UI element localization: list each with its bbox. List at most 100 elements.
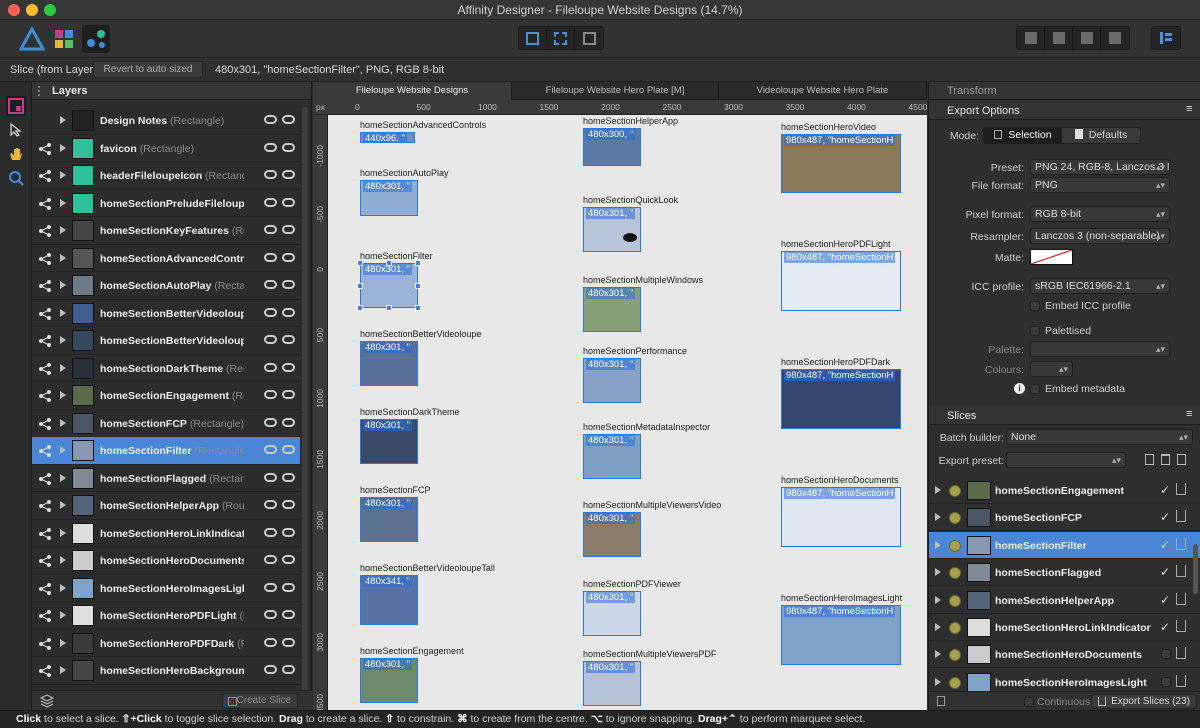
visibility-eye-icon[interactable]	[282, 170, 295, 179]
slice-frame[interactable]: 480x341, "	[360, 575, 418, 625]
selection-handle[interactable]	[357, 282, 363, 289]
expand-arrow-icon[interactable]	[60, 583, 66, 592]
embed-icc-checkbox[interactable]	[1030, 301, 1040, 311]
layer-row[interactable]: Design Notes (Rectangle)	[32, 107, 300, 135]
export-slice-icon[interactable]	[1176, 674, 1186, 687]
checkmark-icon[interactable]: ✓	[1160, 510, 1170, 524]
layer-row[interactable]: homeSectionDarkTheme (Rectang	[32, 355, 300, 382]
slice-row[interactable]: homeSectionFlagged ✓	[929, 559, 1200, 587]
eye-icon[interactable]	[264, 555, 277, 564]
selection-handle[interactable]	[386, 305, 392, 311]
panel-menu-icon[interactable]: ≡	[1186, 408, 1192, 420]
eye-icon[interactable]	[264, 472, 277, 482]
export-checkbox[interactable]	[1161, 649, 1171, 660]
info-icon[interactable]: i	[1014, 383, 1025, 394]
expand-arrow-icon[interactable]	[60, 528, 66, 537]
visibility-eye-icon[interactable]	[282, 390, 295, 399]
slice-frame[interactable]: 980x487, "homeSectionH	[781, 251, 901, 311]
slice-frame[interactable]: 480x301, "	[360, 419, 418, 464]
export-slice-icon[interactable]	[1176, 592, 1186, 605]
expand-arrow-icon[interactable]	[60, 116, 66, 124]
expand-arrow-icon[interactable]	[60, 446, 66, 454]
eye-icon[interactable]	[264, 610, 277, 619]
export-slice-icon[interactable]	[1176, 565, 1186, 578]
pixel-persona-button[interactable]	[50, 25, 78, 53]
visibility-eye-icon[interactable]	[282, 225, 295, 234]
eye-icon[interactable]	[264, 197, 277, 207]
arrange-button-2[interactable]	[1045, 27, 1073, 49]
visibility-eye-icon[interactable]	[282, 197, 295, 207]
slice-frame[interactable]: 480x300, "	[583, 128, 641, 166]
layer-row[interactable]: favicon (Rectangle)	[32, 135, 300, 162]
export-slice-icon[interactable]	[1176, 537, 1186, 550]
layer-row[interactable]: homeSectionHeroImagesLight (Re	[32, 575, 300, 602]
visibility-eye-icon[interactable]	[282, 362, 295, 372]
panel-menu-icon[interactable]: ≡	[1186, 103, 1192, 115]
layer-stack-icon[interactable]	[39, 694, 55, 711]
export-slice-icon[interactable]	[1176, 620, 1186, 632]
show-slice-bounds-button[interactable]	[547, 27, 575, 49]
palette-select[interactable]: ▴▾	[1030, 341, 1170, 357]
resampler-select[interactable]: Lanczos 3 (non-separable) ▴▾	[1030, 228, 1170, 244]
export-options-tab[interactable]: Export Options	[947, 105, 1020, 117]
studio-toggle-button[interactable]	[1152, 27, 1180, 49]
export-preset-select[interactable]: ▴▾	[1006, 452, 1126, 468]
visibility-eye-icon[interactable]	[282, 637, 295, 647]
eye-icon[interactable]	[264, 390, 277, 399]
selection-handle[interactable]	[386, 260, 392, 266]
icc-profile-select[interactable]: sRGB IEC61966-2.1 ▴▾	[1030, 278, 1170, 294]
expand-arrow-icon[interactable]	[935, 540, 941, 549]
visibility-eye-icon[interactable]	[282, 142, 295, 152]
slice-row[interactable]: homeSectionHeroLinkIndicator ✓	[929, 614, 1200, 641]
layer-row[interactable]: homeSectionFCP (Rectangle)	[32, 410, 300, 437]
zoom-tool[interactable]	[6, 168, 26, 188]
add-preset-icon[interactable]	[1177, 454, 1186, 465]
expand-arrow-icon[interactable]	[60, 611, 66, 619]
layer-row[interactable]: homeSectionFilter (Rectangle)	[32, 437, 300, 465]
slice-row[interactable]: homeSectionEngagement ✓	[929, 477, 1200, 504]
show-guides-button[interactable]	[575, 27, 603, 49]
selection-handle[interactable]	[415, 305, 421, 311]
export-persona-button[interactable]	[82, 25, 110, 53]
visibility-eye-icon[interactable]	[282, 555, 295, 564]
slices-scrollbar[interactable]	[1193, 544, 1198, 594]
matte-swatch[interactable]	[1030, 249, 1073, 265]
visibility-eye-icon[interactable]	[282, 472, 295, 482]
export-slice-icon[interactable]	[1176, 647, 1186, 660]
eye-icon[interactable]	[264, 142, 277, 152]
batch-builder-select[interactable]: None ▴▾	[1006, 429, 1193, 445]
checkmark-icon[interactable]: ✓	[1160, 620, 1170, 634]
layer-row[interactable]: homeSectionEngagement (Rectang	[32, 382, 300, 410]
view-tool[interactable]	[6, 144, 26, 164]
slice-frame[interactable]: 480x301, "	[360, 658, 418, 703]
checkmark-icon[interactable]: ✓	[1160, 593, 1170, 607]
slice-frame[interactable]: 480x301, "	[360, 497, 418, 542]
checkmark-icon[interactable]: ✓	[1160, 565, 1170, 579]
expand-arrow-icon[interactable]	[935, 677, 941, 686]
visibility-eye-icon[interactable]	[282, 665, 295, 674]
selection-handle[interactable]	[357, 305, 363, 311]
tab-fileloupe-website-designs[interactable]: Fileloupe Website Designs	[313, 82, 512, 100]
continuous-checkbox[interactable]	[1024, 697, 1034, 707]
slice-row[interactable]: homeSectionHeroDocuments	[929, 641, 1200, 669]
expand-arrow-icon[interactable]	[60, 556, 66, 564]
expand-arrow-icon[interactable]	[60, 473, 66, 482]
layer-row[interactable]: headerFileloupeIcon (Rectangle)	[32, 162, 300, 190]
eye-icon[interactable]	[264, 335, 277, 344]
layer-row[interactable]: homeSectionKeyFeatures (Rectan	[32, 217, 300, 245]
layer-row[interactable]: homeSectionHeroBackgroundSou	[32, 657, 300, 685]
slice-frame[interactable]: 480x301, "	[583, 287, 641, 332]
expand-arrow-icon[interactable]	[60, 281, 66, 289]
visibility-eye-icon[interactable]	[282, 417, 295, 427]
expand-arrow-icon[interactable]	[60, 363, 66, 372]
eye-icon[interactable]	[264, 527, 277, 537]
visibility-eye-icon[interactable]	[282, 527, 295, 537]
expand-arrow-icon[interactable]	[60, 391, 66, 399]
expand-arrow-icon[interactable]	[935, 623, 941, 631]
expand-arrow-icon[interactable]	[60, 638, 66, 647]
layer-row[interactable]: homeSectionHeroLinkIndicator (R	[32, 520, 300, 547]
eye-icon[interactable]	[264, 170, 277, 179]
eye-icon[interactable]	[264, 582, 277, 592]
layer-row[interactable]: homeSectionHelperApp (Rounded	[32, 492, 300, 520]
slice-frame[interactable]: 440x96, "	[360, 132, 415, 143]
